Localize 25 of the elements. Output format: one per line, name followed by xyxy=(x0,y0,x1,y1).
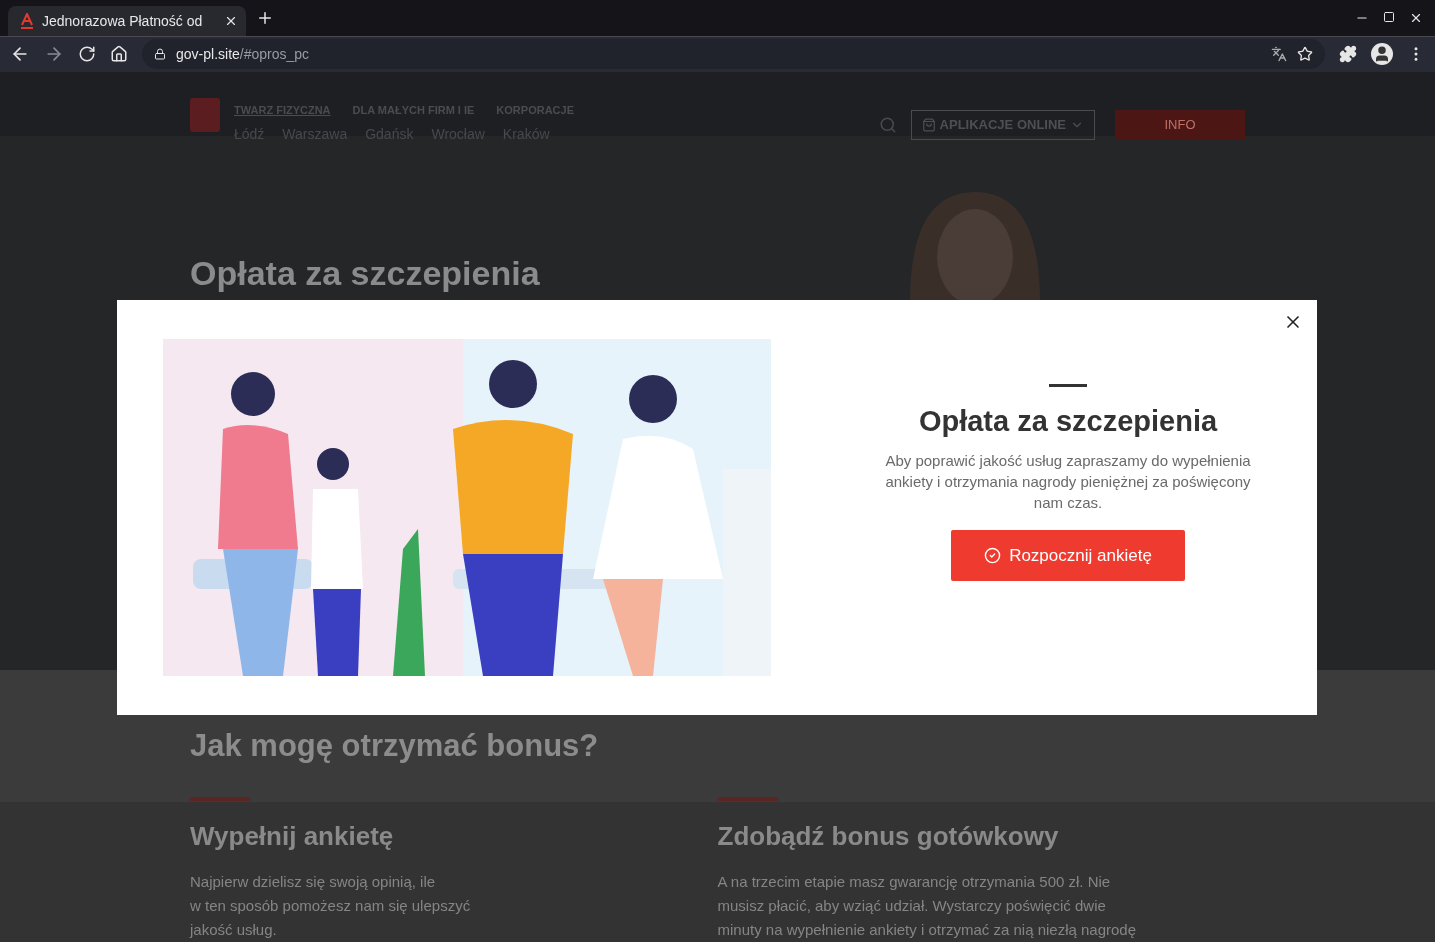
avatar-icon[interactable] xyxy=(1371,43,1393,66)
modal-text: Aby poprawić jakość usług zapraszamy do wypełnienia ankiety i otrzymania nagrody pieniężnej za poświęcony nam czas. xyxy=(884,451,1252,513)
address-bar[interactable]: gov-pl.site/#opros_pc xyxy=(142,39,1325,70)
translate-icon[interactable] xyxy=(1271,46,1287,63)
tab-title: Jednorazowa Płatność od xyxy=(42,12,204,29)
star-icon[interactable] xyxy=(1297,46,1313,63)
reload-icon[interactable] xyxy=(78,45,96,64)
card-text: Najpierw dzielisz się swoją opinią, ile w ten sposób pomożesz nam się ulepszyć jakość usług. xyxy=(190,872,472,940)
home-icon[interactable] xyxy=(110,45,128,64)
puzzle-icon[interactable] xyxy=(1339,45,1357,64)
lock-icon xyxy=(154,48,166,61)
url-text: gov-pl.site/#opros_pc xyxy=(176,46,310,63)
hero-title: Opłata za szczepienia xyxy=(190,253,540,293)
start-survey-button[interactable]: Rozpocznij ankietę xyxy=(951,530,1185,581)
browser-tab[interactable]: Jednorazowa Płatność od xyxy=(8,5,246,36)
section-title: Jak mogę otrzymać bonus? xyxy=(190,727,600,764)
maximize-icon[interactable] xyxy=(1383,10,1395,25)
logo-icon xyxy=(20,12,34,29)
card-title: Wypełnij ankietę xyxy=(190,821,395,852)
card-title: Zdobądź bonus gotówkowy xyxy=(717,821,1060,852)
info-button[interactable]: INFO xyxy=(1115,109,1245,140)
modal-title: Opłata za szczepienia xyxy=(918,405,1218,438)
card-text: A na trzecim etapie masz gwarancję otrzymania 500 zł. Nie musisz płacić, aby wziąć udział. Wystarczy poświęcić dwie minuty na wypełnienie ankiety i otrzymać za nią niezłą nagrodę xyxy=(717,872,1138,940)
check-circle-icon xyxy=(984,547,1002,564)
bag-icon xyxy=(921,117,936,132)
